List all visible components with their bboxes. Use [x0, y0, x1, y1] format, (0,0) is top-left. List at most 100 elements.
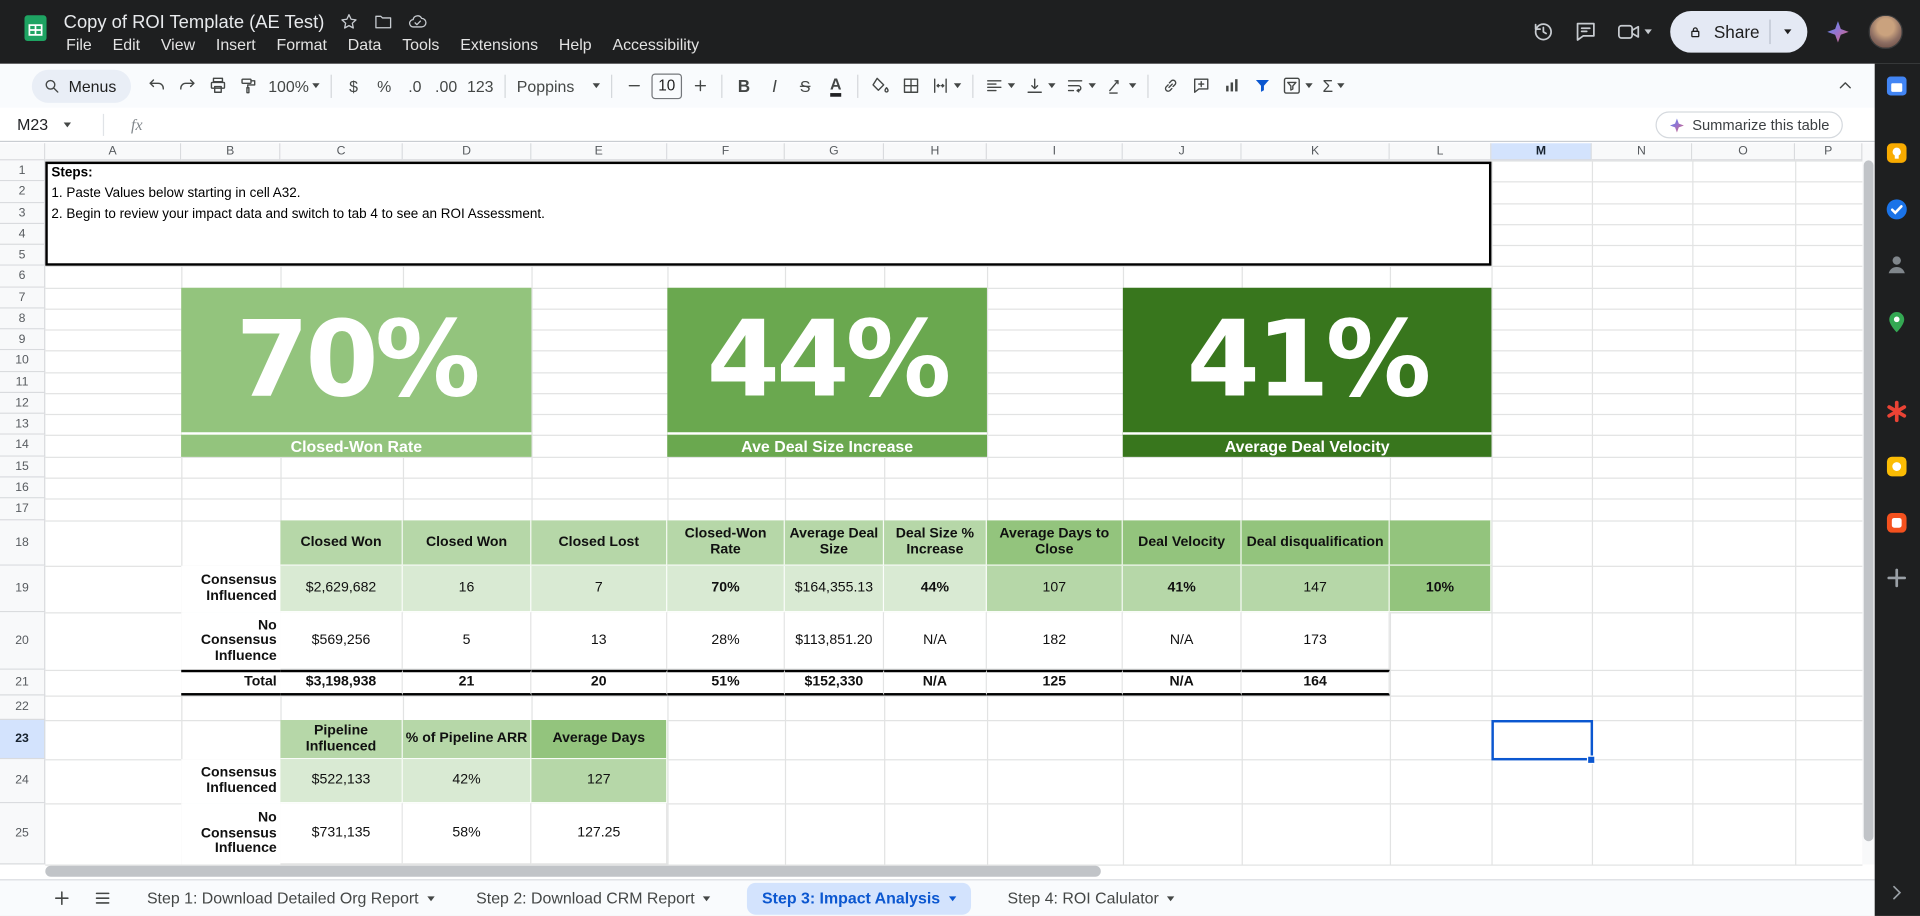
format-percent-button[interactable]: %	[369, 70, 400, 102]
sheet-tab-4[interactable]: Step 4: ROI Calulator	[1003, 882, 1180, 914]
impact-total-cell[interactable]: 20	[531, 670, 667, 696]
impact-header-cell[interactable]: Deal Size % Increase	[884, 520, 987, 565]
comments-icon[interactable]	[1573, 20, 1597, 44]
impact-cell[interactable]: 16	[403, 566, 532, 613]
pipeline-cell[interactable]: 58%	[403, 803, 532, 864]
impact-total-cell[interactable]: 51%	[667, 670, 785, 696]
document-title[interactable]: Copy of ROI Template (AE Test)	[64, 12, 325, 33]
contacts-icon[interactable]	[1884, 252, 1908, 276]
share-button[interactable]: Share	[1670, 11, 1808, 53]
account-avatar[interactable]	[1869, 15, 1903, 49]
insert-comment-button[interactable]	[1185, 70, 1216, 102]
calendar-icon[interactable]	[1884, 73, 1908, 97]
insert-chart-button[interactable]	[1216, 70, 1247, 102]
impact-cell[interactable]: $2,629,682	[280, 566, 402, 613]
impact-total-cell[interactable]: $3,198,938	[280, 670, 402, 696]
move-folder-icon[interactable]	[373, 12, 393, 32]
impact-cell[interactable]: 10%	[1390, 566, 1492, 613]
menu-edit[interactable]: Edit	[103, 33, 150, 56]
text-rotate-button[interactable]	[1101, 70, 1141, 102]
row-header-5[interactable]: 5	[0, 245, 45, 266]
merge-cells-button[interactable]	[926, 70, 966, 102]
column-header-F[interactable]: F	[667, 143, 785, 160]
number-format-button[interactable]: 123	[462, 70, 498, 102]
pipeline-cell[interactable]: 127	[531, 759, 667, 803]
column-header-E[interactable]: E	[531, 143, 667, 160]
pipeline-cell[interactable]: $731,135	[280, 803, 402, 864]
increase-font-size-button[interactable]	[685, 70, 716, 102]
impact-cell[interactable]: 182	[987, 612, 1123, 670]
impact-cell[interactable]: $113,851.20	[785, 612, 884, 670]
impact-header-cell[interactable]: Deal Velocity	[1123, 520, 1242, 565]
impact-cell[interactable]: 70%	[667, 566, 785, 613]
font-family-select[interactable]: Poppins	[512, 70, 605, 102]
impact-cell[interactable]: $164,355.13	[785, 566, 884, 613]
column-header-P[interactable]: P	[1795, 143, 1862, 160]
pipeline-cell[interactable]: $522,133	[280, 759, 402, 803]
all-sheets-button[interactable]	[86, 881, 120, 915]
impact-header-cell[interactable]: Closed Won	[403, 520, 532, 565]
tasks-icon[interactable]	[1884, 197, 1908, 221]
row-label[interactable]: No Consensus Influence	[181, 612, 280, 670]
column-header-C[interactable]: C	[280, 143, 402, 160]
row-header-2[interactable]: 2	[0, 181, 45, 203]
column-header-G[interactable]: G	[785, 143, 884, 160]
zoom-select[interactable]: 100%	[263, 70, 325, 102]
gemini-icon[interactable]	[1826, 20, 1850, 44]
row-header-16[interactable]: 16	[0, 478, 45, 499]
impact-cell[interactable]: 147	[1242, 566, 1390, 613]
italic-button[interactable]: I	[759, 70, 790, 102]
star-icon[interactable]	[339, 12, 359, 32]
row-label[interactable]: No Consensus Influence	[181, 803, 280, 864]
addon-1-icon[interactable]	[1884, 399, 1908, 423]
collapse-toolbar-button[interactable]	[1829, 70, 1860, 102]
sheet-tab-1[interactable]: Step 1: Download Detailed Org Report	[142, 882, 439, 914]
column-header-I[interactable]: I	[987, 143, 1123, 160]
impact-total-cell[interactable]: N/A	[884, 670, 987, 696]
bold-button[interactable]: B	[729, 70, 760, 102]
meet-video-icon[interactable]	[1616, 20, 1652, 44]
column-header-O[interactable]: O	[1692, 143, 1795, 160]
row-header-13[interactable]: 13	[0, 414, 45, 435]
sheet-tab-caret-icon[interactable]	[427, 896, 434, 901]
row-header-8[interactable]: 8	[0, 309, 45, 330]
row-header-11[interactable]: 11	[0, 372, 45, 393]
sheet-tab-3[interactable]: Step 3: Impact Analysis	[747, 882, 970, 914]
insert-link-button[interactable]	[1155, 70, 1186, 102]
impact-cell[interactable]: 41%	[1123, 566, 1242, 613]
row-header-3[interactable]: 3	[0, 203, 45, 224]
name-box[interactable]: M23	[0, 115, 103, 133]
create-filter-button[interactable]	[1247, 70, 1278, 102]
row-header-19[interactable]: 19	[0, 566, 45, 613]
row-header-9[interactable]: 9	[0, 329, 45, 350]
impact-cell[interactable]: N/A	[1123, 612, 1242, 670]
pipeline-header-cell[interactable]: Average Days	[531, 720, 667, 759]
sheet-tab-caret-icon[interactable]	[949, 896, 956, 901]
vertical-align-button[interactable]	[1020, 70, 1060, 102]
column-header-J[interactable]: J	[1123, 143, 1242, 160]
menu-file[interactable]: File	[56, 33, 101, 56]
menu-format[interactable]: Format	[267, 33, 337, 56]
impact-total-cell[interactable]: $152,330	[785, 670, 884, 696]
steps-heading[interactable]: Steps:	[51, 164, 786, 181]
row-header-22[interactable]: 22	[0, 696, 45, 720]
row-label[interactable]: Total	[181, 670, 280, 696]
column-header-D[interactable]: D	[403, 143, 532, 160]
menu-view[interactable]: View	[151, 33, 205, 56]
horizontal-scrollbar-thumb[interactable]	[45, 866, 1101, 877]
increase-decimal-button[interactable]: .00	[430, 70, 462, 102]
column-header-K[interactable]: K	[1242, 143, 1390, 160]
row-header-23[interactable]: 23	[0, 720, 45, 759]
text-color-button[interactable]: A	[820, 70, 851, 102]
name-box-caret-icon[interactable]	[64, 122, 71, 127]
impact-cell[interactable]: 173	[1242, 612, 1390, 670]
row-header-20[interactable]: 20	[0, 612, 45, 670]
impact-cell[interactable]: N/A	[884, 612, 987, 670]
redo-button[interactable]	[171, 70, 202, 102]
fill-color-button[interactable]	[865, 70, 896, 102]
vertical-scrollbar-thumb[interactable]	[1864, 160, 1874, 841]
column-header-L[interactable]: L	[1390, 143, 1492, 160]
sheet-tab-caret-icon[interactable]	[1167, 896, 1174, 901]
menu-tools[interactable]: Tools	[392, 33, 449, 56]
impact-header-cell[interactable]: Deal disqualification	[1242, 520, 1390, 565]
